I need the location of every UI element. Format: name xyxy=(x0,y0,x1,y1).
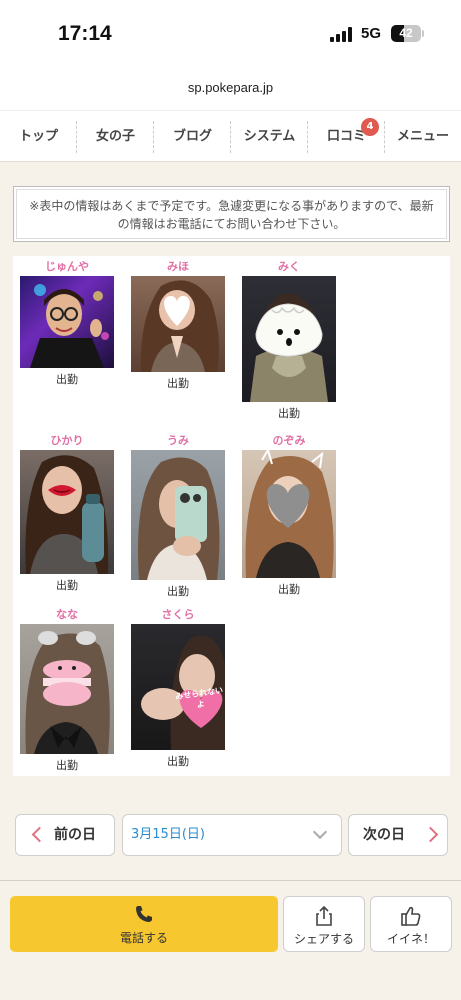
attendance-status: 出勤 xyxy=(278,407,300,420)
girl-photo[interactable] xyxy=(131,450,225,580)
nav-blog[interactable]: ブログ xyxy=(154,111,231,163)
next-day-label: 次の日 xyxy=(363,827,405,843)
share-button[interactable]: シェアする xyxy=(283,896,365,952)
status-bar: 17:14 5G 42 xyxy=(0,0,461,70)
site-nav: トップ 女の子 ブログ システム 口コミ 4 メニュー xyxy=(0,110,461,162)
battery-tip xyxy=(422,30,424,37)
battery-icon: 42 xyxy=(391,25,421,42)
girl-photo[interactable] xyxy=(242,276,336,402)
girl-card-nozomi[interactable]: のぞみ 出勤 xyxy=(241,434,337,597)
call-button[interactable]: 電話する xyxy=(10,896,278,952)
nav-reviews[interactable]: 口コミ 4 xyxy=(308,111,385,163)
phone-icon xyxy=(10,904,278,926)
battery-level: 42 xyxy=(399,26,413,40)
attendance-status: 出勤 xyxy=(167,585,189,598)
girl-name: さくら xyxy=(161,608,195,621)
girl-name: みほ xyxy=(167,260,189,273)
attendance-status: 出勤 xyxy=(278,583,300,596)
nav-blog-label: ブログ xyxy=(172,129,212,144)
nav-system-label: システム xyxy=(243,129,296,144)
girl-photo[interactable] xyxy=(131,276,225,372)
share-icon xyxy=(284,905,364,927)
girl-card-nana[interactable]: なな 出勤 xyxy=(19,608,115,773)
chevron-right-icon xyxy=(422,826,439,843)
nav-girls[interactable]: 女の子 xyxy=(77,111,154,163)
girl-photo[interactable] xyxy=(20,450,114,574)
girl-name: みく xyxy=(278,260,300,273)
nav-system[interactable]: システム xyxy=(231,111,308,163)
girl-card-sakura[interactable]: さくら みせられないよ 出勤 xyxy=(130,608,226,769)
chevron-down-icon xyxy=(312,824,328,840)
share-label: シェアする xyxy=(293,932,354,946)
reviews-badge: 4 xyxy=(361,118,379,136)
nav-top[interactable]: トップ xyxy=(0,111,77,163)
attendance-status: 出勤 xyxy=(56,759,78,772)
signal-icon xyxy=(330,27,354,42)
attendance-status: 出勤 xyxy=(56,579,78,592)
nav-menu-label: メニュー xyxy=(396,129,449,144)
girl-card-umi[interactable]: うみ 出勤 xyxy=(130,434,226,599)
call-label: 電話する xyxy=(119,931,168,945)
girl-photo[interactable]: みせられないよ xyxy=(131,624,225,750)
attendance-status: 出勤 xyxy=(167,755,189,768)
girl-photo[interactable] xyxy=(20,276,114,368)
girl-name: のぞみ xyxy=(272,434,306,447)
thumbs-up-icon xyxy=(371,905,451,927)
nav-reviews-label: 口コミ xyxy=(326,129,366,144)
notice-text: ※表中の情報はあくまで予定です。急遽変更になる事がありますので、最新の情報はお電… xyxy=(16,189,447,239)
girls-schedule-grid: じゅんや 出勤 みほ 出勤 みく 出勤 ひかり 出勤 うみ 出勤 のぞみ 出勤 … xyxy=(13,256,450,776)
girl-name: ひかり xyxy=(50,434,84,447)
selected-date: 3月15日(日) xyxy=(131,827,205,842)
nav-girls-label: 女の子 xyxy=(95,129,135,144)
network-type: 5G xyxy=(361,25,382,42)
girl-photo[interactable] xyxy=(20,624,114,754)
attendance-status: 出勤 xyxy=(56,373,78,386)
footer-action-bar: 電話する シェアする イイネ！ xyxy=(0,880,461,1000)
date-navigation: 前の日 3月15日(日) 次の日 xyxy=(0,810,461,860)
address-bar[interactable]: sp.pokepara.jp xyxy=(0,70,461,110)
girl-card-hikari[interactable]: ひかり 出勤 xyxy=(19,434,115,593)
date-select[interactable]: 3月15日(日) xyxy=(122,814,342,856)
chevron-left-icon xyxy=(31,826,48,843)
attendance-status: 出勤 xyxy=(167,377,189,390)
girl-photo[interactable] xyxy=(242,450,336,578)
girl-name: じゅんや xyxy=(45,260,89,273)
next-day-button[interactable]: 次の日 xyxy=(348,814,448,856)
girl-card-junya[interactable]: じゅんや 出勤 xyxy=(19,260,115,387)
girl-card-miku[interactable]: みく 出勤 xyxy=(241,260,337,421)
girl-name: なな xyxy=(56,608,78,621)
schedule-notice: ※表中の情報はあくまで予定です。急遽変更になる事がありますので、最新の情報はお電… xyxy=(13,186,450,242)
prev-day-label: 前の日 xyxy=(54,827,96,843)
status-time: 17:14 xyxy=(58,22,112,45)
prev-day-button[interactable]: 前の日 xyxy=(15,814,115,856)
like-label: イイネ！ xyxy=(386,932,435,946)
nav-top-label: トップ xyxy=(18,129,58,144)
like-button[interactable]: イイネ！ xyxy=(370,896,452,952)
girl-name: うみ xyxy=(167,434,189,447)
girl-card-miho[interactable]: みほ 出勤 xyxy=(130,260,226,391)
nav-menu[interactable]: メニュー xyxy=(385,111,461,163)
